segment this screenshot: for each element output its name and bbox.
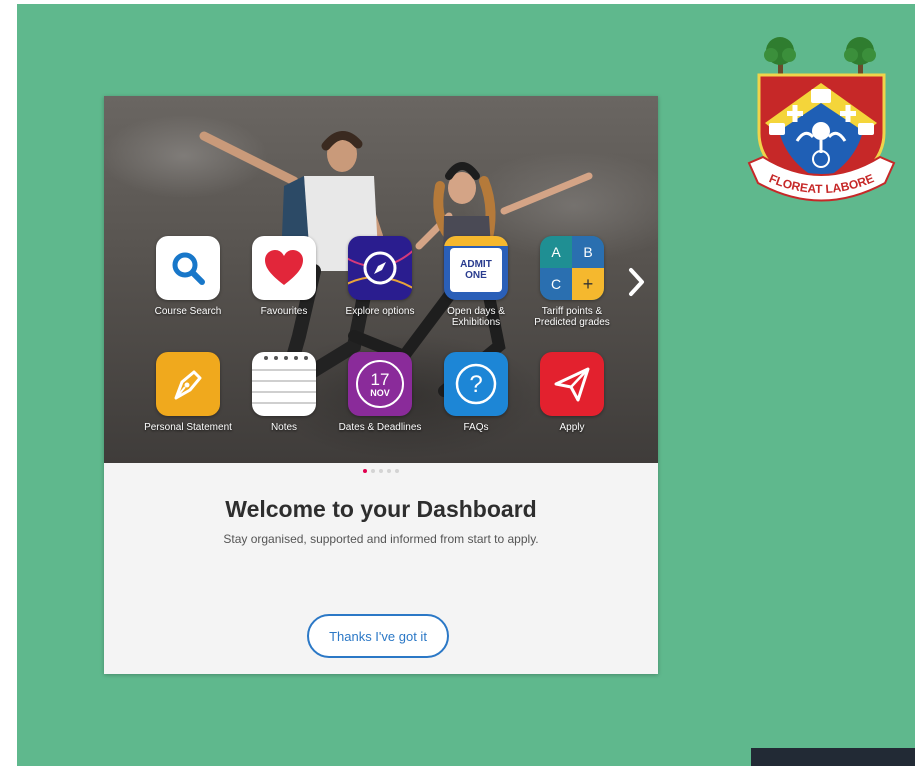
tile-personal-statement[interactable]: Personal Statement [140, 352, 236, 433]
tile-label: Favourites [260, 306, 308, 317]
tile-notes[interactable]: Notes [236, 352, 332, 433]
pagination-dot[interactable] [371, 469, 375, 473]
tile-favourites[interactable]: Favourites [236, 236, 332, 317]
app-tile-grid: Course Search Favourites Explore options [104, 236, 658, 456]
thanks-got-it-button[interactable]: Thanks I've got it [307, 614, 449, 658]
ticket-text: ADMIT ONE [460, 259, 492, 281]
calendar-ring: 17 NOV [356, 360, 404, 408]
tile-label: Open days & Exhibitions [447, 306, 505, 328]
pagination-dot[interactable] [379, 469, 383, 473]
welcome-title: Welcome to your Dashboard [225, 496, 537, 522]
notepad-icon [252, 352, 316, 416]
next-page-button[interactable] [624, 262, 648, 302]
tile-label: Personal Statement [144, 422, 232, 433]
tile-label: Explore options [345, 306, 415, 317]
pen-nib-icon [156, 352, 220, 416]
tile-dates-deadlines[interactable]: 17 NOV Dates & Deadlines [332, 352, 428, 433]
tile-course-search[interactable]: Course Search [140, 236, 236, 317]
heart-icon [252, 236, 316, 300]
welcome-subtitle: Stay organised, supported and informed f… [223, 532, 539, 546]
grade-cell: A [551, 244, 561, 260]
tile-tariff-points[interactable]: A B C + Tariff points & Predicted grades [524, 236, 620, 328]
calendar-day: 17 [370, 369, 390, 389]
tile-apply[interactable]: Apply [524, 352, 620, 433]
calendar-icon: 17 NOV [348, 352, 412, 416]
tile-label: Course Search [154, 306, 222, 317]
tile-label: Dates & Deadlines [338, 422, 422, 433]
school-crest-logo: FLOREAT LABORE [747, 37, 896, 202]
calendar-month: NOV [370, 387, 390, 398]
tile-label: Notes [270, 422, 298, 433]
tile-faqs[interactable]: ? FAQs [428, 352, 524, 433]
pagination-dots [104, 469, 658, 473]
grade-cell: + [572, 268, 604, 300]
grade-cell: B [572, 236, 604, 268]
tree-icon [764, 37, 796, 79]
search-icon [156, 236, 220, 300]
question-icon: ? [444, 352, 508, 416]
pagination-dot[interactable] [395, 469, 399, 473]
tile-explore-options[interactable]: Explore options [332, 236, 428, 317]
tile-open-days[interactable]: ADMIT ONE Open days & Exhibitions [428, 236, 524, 328]
chevron-right-icon [629, 268, 644, 296]
paper-plane-icon [540, 352, 604, 416]
grade-grid-icon: A B C + [540, 236, 604, 300]
grade-cell: C [540, 268, 572, 300]
ticket-top-strip [444, 236, 508, 246]
tree-icon [844, 37, 876, 79]
tile-label: Apply [559, 422, 585, 433]
pagination-dot[interactable] [363, 469, 367, 473]
pagination-dot[interactable] [387, 469, 391, 473]
tile-label: FAQs [463, 422, 489, 433]
ticket-face: ADMIT ONE [450, 248, 502, 292]
svg-text:?: ? [469, 371, 482, 398]
tile-label: Tariff points & Predicted grades [534, 306, 610, 328]
hero-photo: Course Search Favourites Explore options [104, 96, 658, 463]
compass-icon [348, 236, 412, 300]
ticket-icon: ADMIT ONE [444, 236, 508, 300]
dashboard-card: Course Search Favourites Explore options [104, 96, 658, 674]
taskbar-strip [751, 748, 915, 766]
